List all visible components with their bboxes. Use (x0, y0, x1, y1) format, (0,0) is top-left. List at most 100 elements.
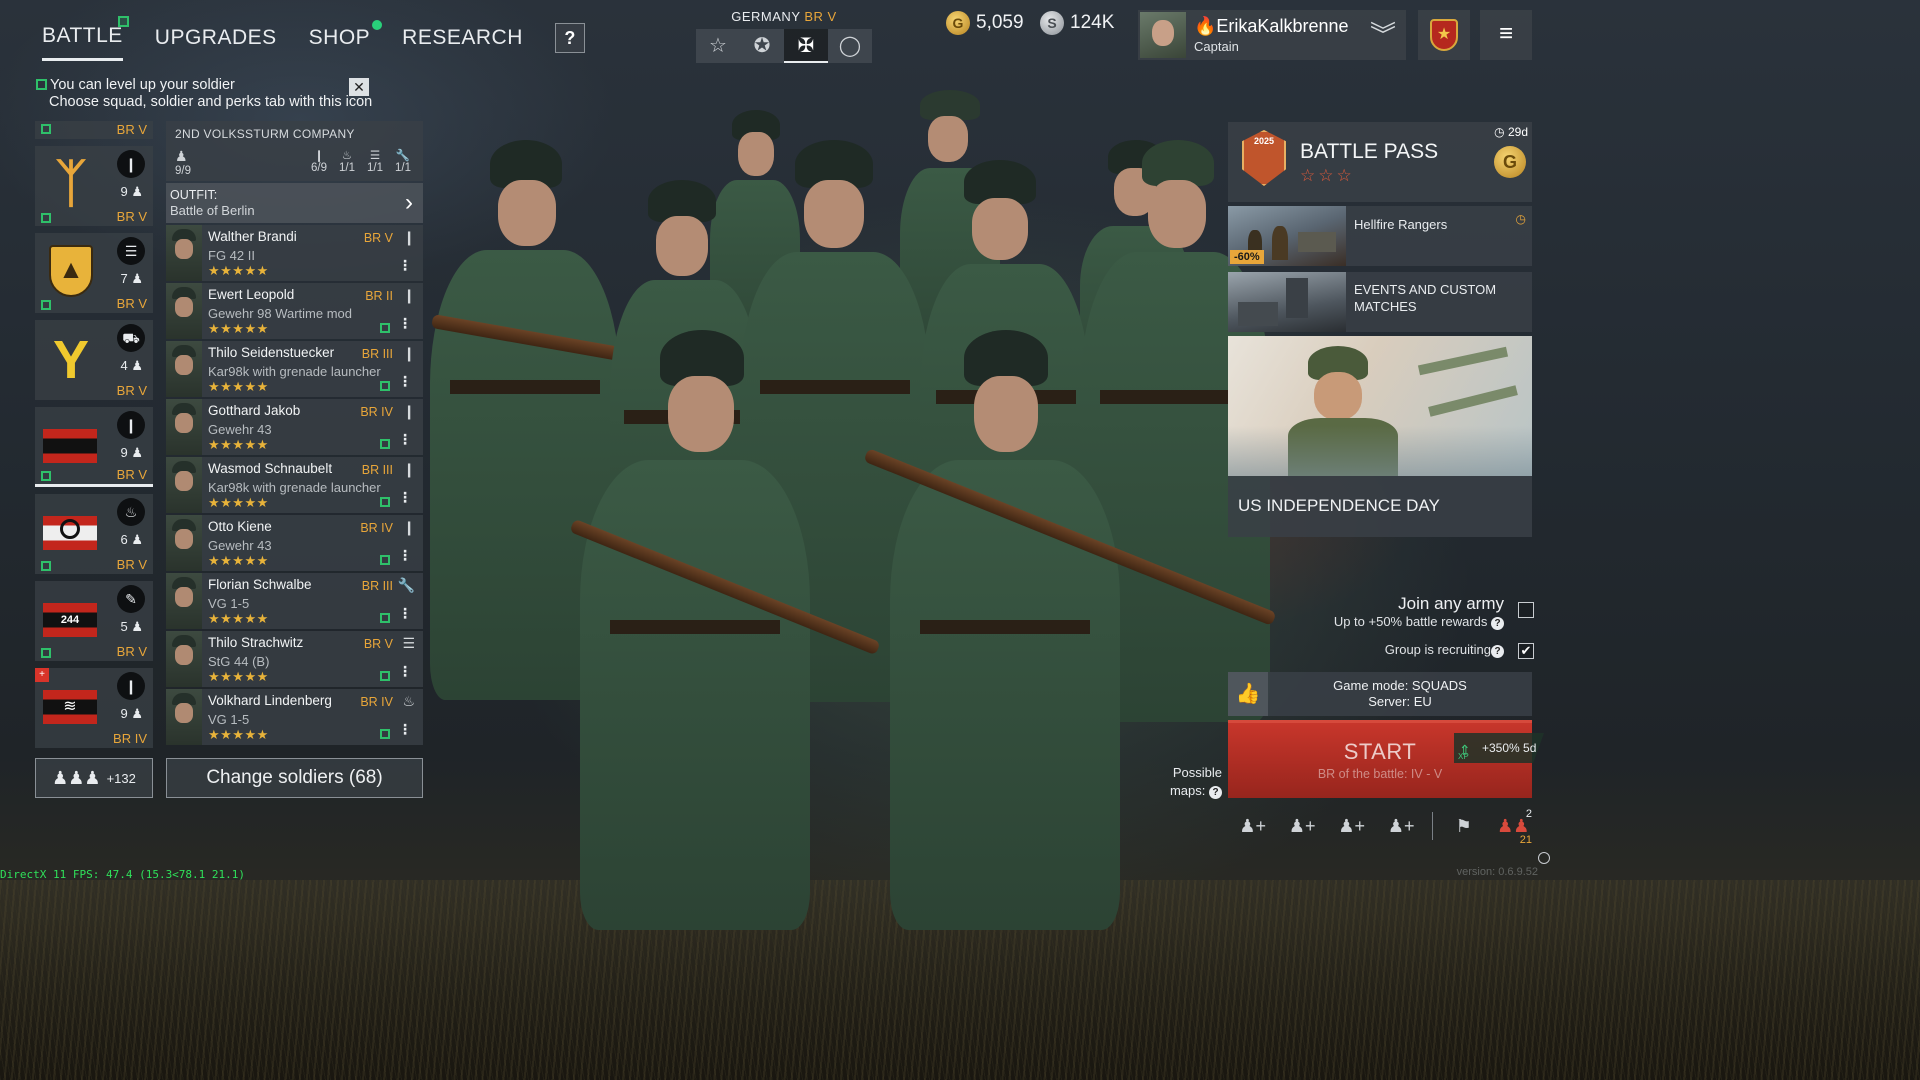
squad-card[interactable]: ♨ 6 ♟ BR V (35, 494, 153, 574)
start-battle-button[interactable]: START BR of the battle: IV - V ⇑ XP +350… (1228, 720, 1544, 798)
events-custom-matches-card[interactable]: EVENTS AND CUSTOM MATCHES (1228, 272, 1532, 332)
soldier-name: Thilo Strachwitz (208, 635, 304, 650)
server-text: Server: EU (1368, 694, 1432, 709)
soldier-row[interactable]: Volkhard Lindenberg VG 1-5 ★★★★★ BR IV ♨ ⋮ (166, 689, 423, 745)
avatar (1140, 12, 1186, 58)
soldier-br: BR III (361, 463, 393, 477)
more-options-icon[interactable]: ⋮ (398, 663, 412, 680)
outfit-selector[interactable]: OUTFIT: Battle of Berlin › (166, 183, 423, 223)
squad-count: 6 ♟ (120, 532, 143, 547)
squad-emblem-flag-icon (43, 415, 99, 475)
tab-shop[interactable]: SHOP (308, 19, 383, 60)
soldier-br: BR V (363, 231, 393, 245)
add-player-icon[interactable]: ♟+ (1327, 816, 1377, 837)
join-any-army-checkbox[interactable] (1518, 602, 1534, 618)
notification-square-icon (380, 555, 390, 565)
possible-maps[interactable]: Possible maps: ? (1162, 764, 1222, 800)
chevron-right-icon: › (405, 189, 413, 216)
reserve-count: +132 (106, 770, 136, 786)
menu-hamburger-icon[interactable]: ≡ (1480, 10, 1532, 60)
soldier-portrait (166, 515, 202, 571)
ussr-star-icon[interactable]: ✪ (740, 29, 784, 63)
soldier-br: BR III (361, 579, 393, 593)
group-recruiting-checkbox[interactable]: ✔ (1518, 643, 1534, 659)
soldier-portrait (166, 283, 202, 339)
notification-square-icon (36, 79, 47, 90)
help-button[interactable]: ? (554, 22, 585, 53)
add-player-icon[interactable]: ♟+ (1228, 816, 1278, 837)
soldier-name: Walther Brandi (208, 229, 297, 244)
soldier-stars: ★★★★★ (208, 669, 269, 684)
soldier-portrait (166, 573, 202, 629)
soldier-row[interactable]: Thilo Seidenstuecker Kar98k with grenade … (166, 341, 423, 397)
soldier-row[interactable]: Otto Kiene Gewehr 43 ★★★★★ BR IV ❙ ⋮ (166, 515, 423, 571)
game-mode-selector[interactable]: 👍 Game mode: SQUADS Server: EU (1228, 672, 1532, 716)
soldier-row[interactable]: Ewert Leopold Gewehr 98 Wartime mod ★★★★★ B… (166, 283, 423, 339)
help-circle-icon[interactable]: ? (1491, 645, 1504, 658)
notification-square-icon (380, 323, 390, 333)
soldier-weapon: Kar98k with grenade launcher (208, 364, 381, 379)
soldier-row[interactable]: Wasmod Schnaubelt Kar98k with grenade lau… (166, 457, 423, 513)
us-independence-day-card[interactable]: US INDEPENDENCE DAY (1228, 336, 1532, 537)
soldier-portrait (166, 457, 202, 513)
soldier-br: BR II (365, 289, 393, 303)
battle-pass-title: BATTLE PASS (1300, 140, 1439, 163)
soldier-row[interactable]: Florian Schwalbe VG 1-5 ★★★★★ BR III 🔧 ⋮ (166, 573, 423, 629)
medal-button[interactable]: ★ (1418, 10, 1470, 60)
more-options-icon[interactable]: ⋮ (398, 605, 412, 622)
help-circle-icon[interactable]: ? (1491, 617, 1504, 630)
thumbs-up-icon: 👍 (1228, 672, 1268, 716)
japan-circle-icon[interactable]: ◯ (828, 29, 872, 63)
tab-upgrades-label: UPGRADES (154, 25, 277, 49)
gold-currency[interactable]: G 5,059 (946, 11, 1024, 35)
player-profile[interactable]: 🔥ErikaKalkbrenne Captain ︾ (1138, 10, 1406, 60)
squad-card[interactable]: + ≋ ❙ 9 ♟ BR IV (35, 668, 153, 748)
soldier-stars: ★★★★★ (208, 495, 269, 510)
reserve-squads-button[interactable]: ♟♟♟ +132 (35, 758, 153, 798)
squad-card-partial[interactable]: BR V (35, 121, 153, 139)
squad-card[interactable]: 244 ✎ 5 ♟ BR V (35, 581, 153, 661)
silver-amount: 124K (1070, 12, 1115, 33)
event-label: EVENTS AND CUSTOM MATCHES (1354, 282, 1497, 314)
squad-card[interactable]: Y ⛟ 4 ♟ BR V (35, 320, 153, 400)
more-options-icon[interactable]: ⋮ (398, 547, 412, 564)
soldier-row[interactable]: Walther Brandi FG 42 II ★★★★★ BR V ❙ ⋮ (166, 225, 423, 281)
event-card-hellfire-rangers[interactable]: -60% Hellfire Rangers ◷ (1228, 206, 1532, 266)
player-rank: Captain (1194, 39, 1239, 54)
more-options-icon[interactable]: ⋮ (398, 431, 412, 448)
soldier-portrait (166, 341, 202, 397)
settings-circle-icon[interactable] (1538, 852, 1550, 864)
close-hint-button[interactable]: ✕ (349, 78, 369, 96)
soldier-row[interactable]: Thilo Strachwitz StG 44 (B) ★★★★★ BR V ☰ ⋮ (166, 631, 423, 687)
battle-pass-card[interactable]: 2025 BATTLE PASS ☆☆☆ ◷ 29d G (1228, 122, 1532, 202)
more-options-icon[interactable]: ⋮ (398, 315, 412, 332)
group-recruiting: Group is recruiting? ✔ (1330, 642, 1534, 659)
change-soldiers-button[interactable]: Change soldiers (68) (166, 758, 423, 798)
soldier-row[interactable]: Gotthard Jakob Gewehr 43 ★★★★★ BR IV ❙ ⋮ (166, 399, 423, 455)
event-label: Hellfire Rangers (1354, 217, 1448, 232)
more-options-icon[interactable]: ⋮ (398, 489, 412, 506)
silver-currency[interactable]: S 124K (1040, 11, 1114, 35)
tab-battle[interactable]: BATTLE (42, 16, 129, 61)
tab-upgrades[interactable]: UPGRADES (155, 26, 277, 60)
tab-shop-label: SHOP (308, 25, 371, 49)
squad-card-selected[interactable]: ❙ 9 ♟ BR V (35, 407, 153, 487)
more-options-icon[interactable]: ⋮ (398, 721, 412, 738)
more-options-icon[interactable]: ⋮ (398, 373, 412, 390)
flag-icon[interactable]: ⚑ (1439, 816, 1489, 837)
hint-line-1: You can level up your soldier (50, 77, 235, 93)
squad-card[interactable]: ▲ ☰ 7 ♟ BR V (35, 233, 153, 313)
soldier-weapon: Kar98k with grenade launcher (208, 480, 381, 495)
squad-count: 9 ♟ (120, 706, 143, 721)
add-player-icon[interactable]: ♟+ (1278, 816, 1328, 837)
tab-research[interactable]: RESEARCH (402, 26, 523, 60)
squad-card[interactable]: ᛉ ❙ 9 ♟ BR V (35, 146, 153, 226)
usa-star-icon[interactable]: ☆ (696, 29, 740, 63)
squad-count: 9 ♟ (120, 184, 143, 199)
germany-cross-icon[interactable]: ✠ (784, 29, 828, 63)
group-soldiers-icon: ♟♟♟ (52, 767, 101, 788)
squad-br: BR V (116, 644, 147, 659)
friends-icon[interactable]: ♟♟ 2 21 (1488, 808, 1538, 846)
add-player-icon[interactable]: ♟+ (1377, 816, 1427, 837)
more-options-icon[interactable]: ⋮ (398, 257, 412, 274)
